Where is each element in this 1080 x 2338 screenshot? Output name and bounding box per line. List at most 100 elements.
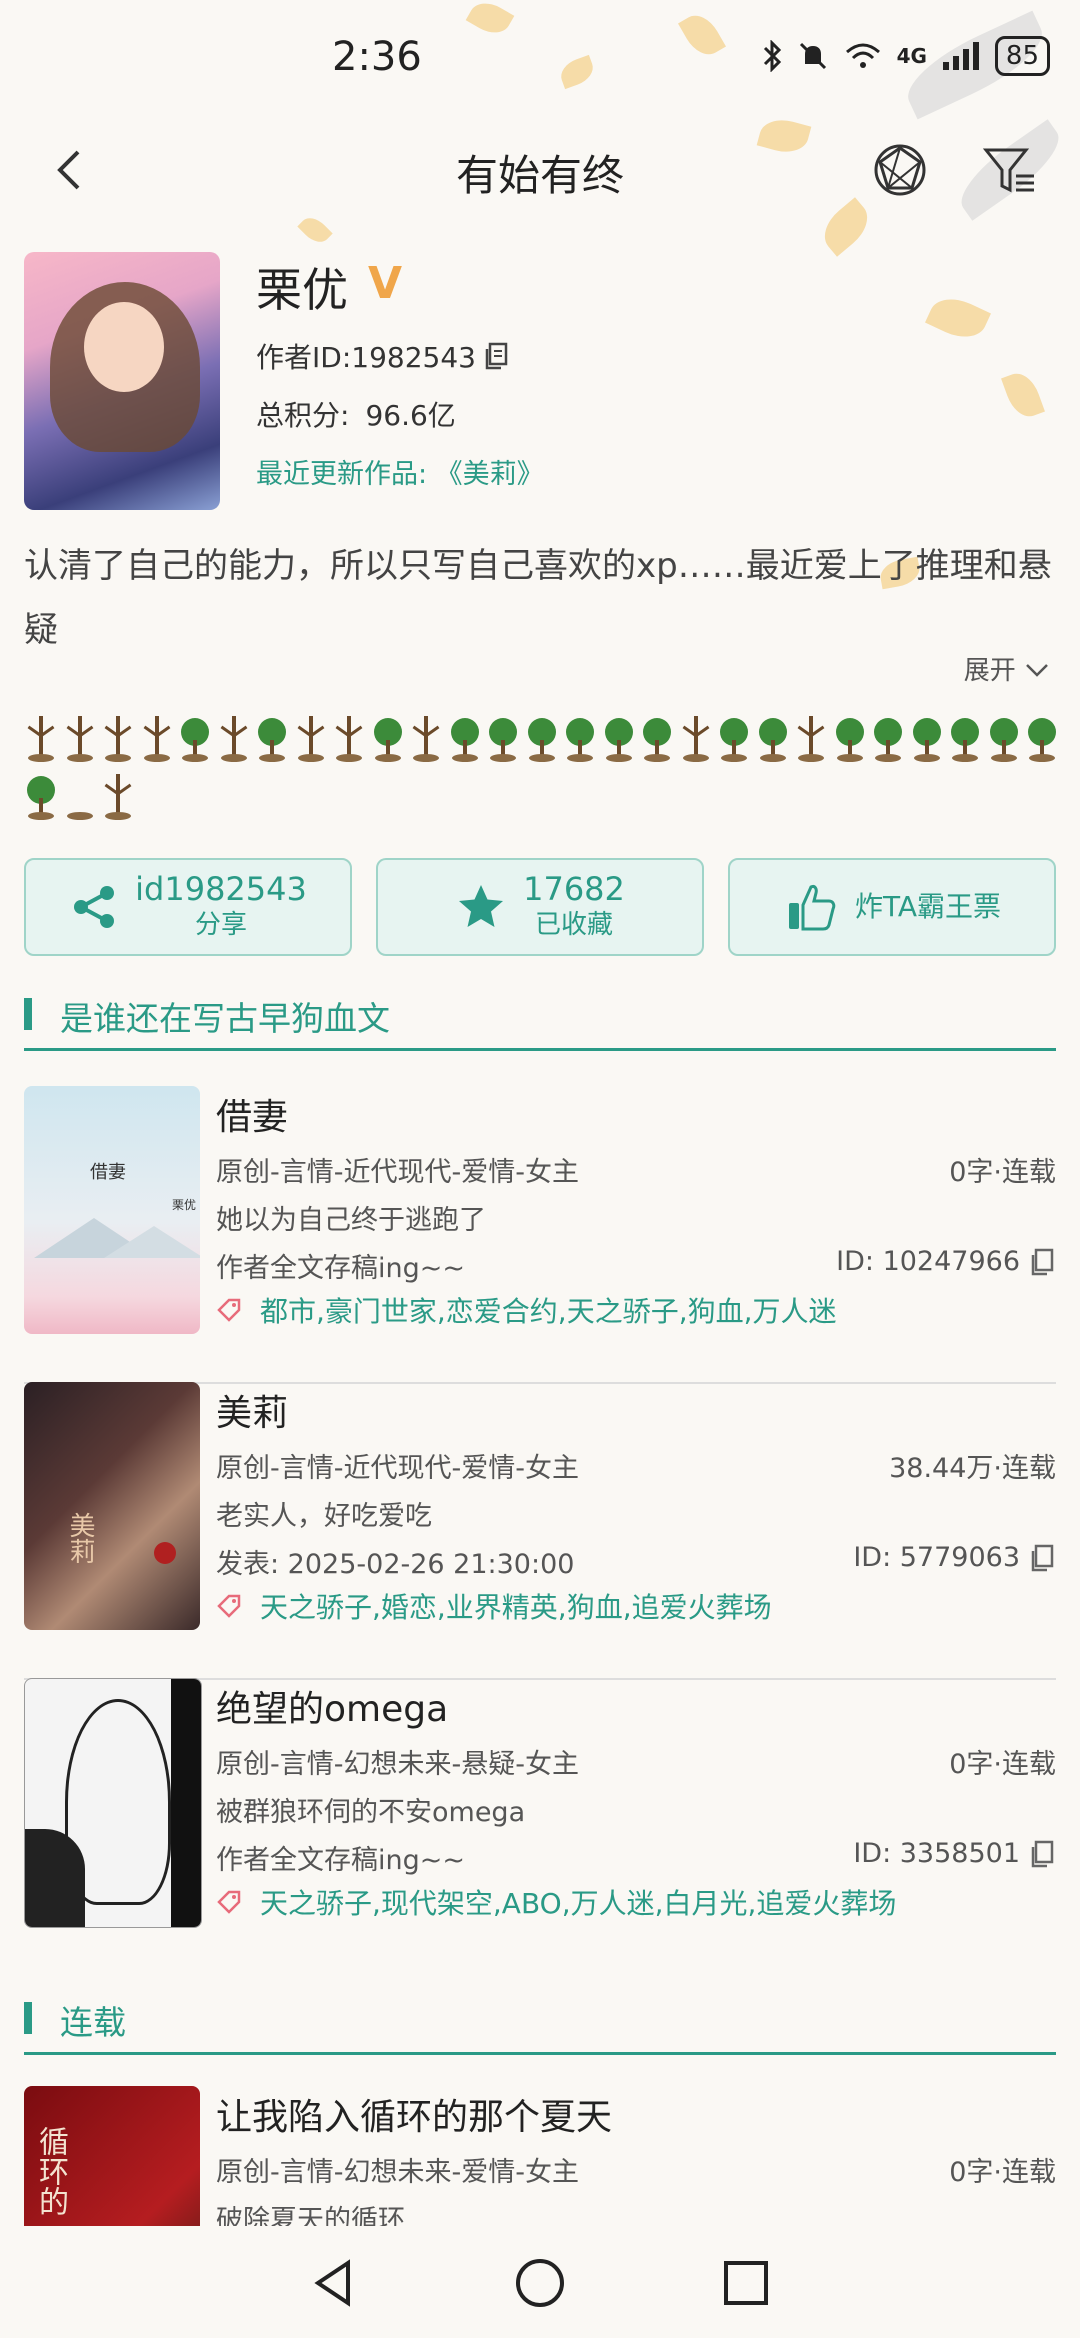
filter-icon[interactable] [978, 138, 1042, 202]
tree-ground [220, 754, 247, 762]
copy-icon[interactable] [1030, 1248, 1056, 1276]
book-cover[interactable]: 循环的 [24, 2086, 200, 2226]
book-cover[interactable] [24, 1678, 202, 1928]
book-item[interactable]: 借妻 栗优 借妻 原创-言情-近代现代-爱情-女主 0字·连载 她以为自己终于逃… [24, 1086, 1056, 1384]
book-tags[interactable]: 都市,豪门世家,恋爱合约,天之骄子,狗血,万人迷 [260, 1290, 837, 1330]
tree-ground [798, 754, 824, 762]
status-bar: 2:36 4G 85 [0, 0, 1080, 120]
leaf-decoration [1001, 368, 1045, 422]
tree-ground [297, 754, 324, 762]
book-item[interactable]: 美莉 美莉 原创-言情-近代现代-爱情-女主 38.44万·连载 老实人，好吃爱… [24, 1382, 1056, 1680]
bluetooth-icon [763, 40, 781, 72]
bare-tree-icon [99, 710, 138, 768]
green-tree-icon [561, 710, 600, 768]
book-summary: 她以为自己终于逃跑了 [216, 1205, 486, 1236]
section-header: 是谁还在写古早狗血文 [24, 984, 1056, 1051]
nav-bar: 有始有终 [0, 120, 1080, 220]
latest-work-link[interactable]: 最近更新作品: 《美莉》 [256, 452, 544, 491]
bare-tree-icon [677, 710, 716, 768]
tree-crown [693, 716, 698, 756]
book-update: 发表: 2025-02-26 21:30:00 [216, 1549, 575, 1580]
book-id-row: ID: 3358501 [853, 1838, 1056, 1869]
theme-globe-icon[interactable] [868, 138, 932, 202]
tree-crown [116, 716, 120, 756]
book-category: 原创-言情-幻想未来-悬疑-女主 [216, 1749, 579, 1780]
tree-ground [875, 754, 901, 762]
green-tree-icon [176, 710, 215, 768]
expand-button[interactable]: 展开 [964, 650, 1050, 687]
vip-badge-icon: V [368, 258, 403, 309]
bare-tree-icon [330, 710, 369, 768]
book-update: 作者全文存稿ing~~ [216, 1253, 465, 1284]
tree-ground [913, 754, 940, 762]
book-title[interactable]: 绝望的omega [216, 1680, 448, 1732]
signal-icon [942, 42, 979, 70]
tree-crown [39, 716, 43, 756]
author-bio: 认清了自己的能力，所以只写自己喜欢的xp……最近爱上了推理和悬疑 [24, 546, 1052, 650]
green-tree-icon [908, 710, 947, 768]
tree-ground [66, 812, 93, 820]
tree-ground [451, 754, 478, 762]
tree-ground [259, 754, 285, 762]
tree-crown [809, 716, 813, 756]
share-button[interactable]: id1982543 分享 [24, 858, 352, 956]
wifi-icon [845, 43, 880, 68]
book-id: ID: 10247966 [836, 1246, 1020, 1277]
tree-ground [952, 754, 978, 762]
book-tags[interactable]: 天之骄子,婚恋,业界精英,狗血,追爱火葬场 [260, 1586, 772, 1626]
expand-label: 展开 [963, 656, 1016, 686]
book-update: 作者全文存稿ing~~ [216, 1845, 465, 1876]
tag-icon [217, 1594, 241, 1618]
book-cover[interactable]: 借妻 栗优 [24, 1086, 200, 1334]
book-tags[interactable]: 天之骄子,现代架空,ABO,万人迷,白月光,追爱火葬场 [260, 1882, 896, 1922]
book-title[interactable]: 美莉 [216, 1384, 288, 1436]
author-name: 栗优 [256, 263, 348, 317]
vote-button[interactable]: 炸TA霸王票 [728, 858, 1056, 956]
favorite-button[interactable]: 17682 已收藏 [376, 858, 704, 956]
score-label: 总积分: [256, 399, 350, 432]
book-status: 0字·连载 [949, 1157, 1056, 1188]
score-value: 96.6亿 [365, 399, 456, 432]
tree-ground [759, 754, 786, 762]
book-item[interactable]: 循环的 让我陷入循环的那个夏天 原创-言情-幻想未来-爱情-女主 0字·连载 破… [24, 2086, 1056, 2226]
tree-crown [424, 716, 428, 756]
tree-ground [490, 754, 516, 762]
green-tree-icon [1023, 710, 1062, 768]
favorite-text: 17682 已收藏 [523, 871, 625, 943]
book-tags-row: 天之骄子,婚恋,业界精英,狗血,追爱火葬场 [216, 1586, 772, 1626]
author-id-row: 作者ID:1982543 [256, 336, 510, 376]
favorite-label: 已收藏 [534, 910, 613, 940]
system-nav-bar [0, 2228, 1080, 2338]
book-item[interactable]: 绝望的omega 原创-言情-幻想未来-悬疑-女主 0字·连载 被群狼环伺的不安… [24, 1678, 1056, 1974]
book-title[interactable]: 借妻 [216, 1088, 288, 1140]
star-icon [459, 885, 504, 927]
section-accent-bar [24, 2002, 32, 2034]
book-summary: 被群狼环伺的不安omega [216, 1797, 526, 1828]
book-cover[interactable]: 美莉 [24, 1382, 200, 1630]
share-label: 分享 [194, 910, 247, 940]
bare-tree-icon [61, 710, 100, 768]
bare-tree-icon [22, 710, 61, 768]
section-accent-bar [24, 998, 32, 1030]
chevron-down-icon [1026, 664, 1048, 677]
tree-ground [143, 754, 170, 762]
leaf-decoration [925, 289, 991, 347]
nav-back-icon[interactable] [306, 2255, 362, 2311]
author-page: 2:36 4G 85 有始有终 栗优 V 作者ID:1982543 总积分: 96… [0, 0, 1080, 2338]
author-avatar[interactable] [24, 252, 220, 510]
bare-tree-icon [99, 768, 138, 826]
book-title[interactable]: 让我陷入循环的那个夏天 [216, 2088, 612, 2140]
stump-icon [61, 768, 100, 826]
tree-ground [1029, 754, 1055, 762]
green-tree-icon [831, 710, 870, 768]
nav-home-icon[interactable] [512, 2255, 568, 2311]
tree-ground [721, 754, 747, 762]
nav-recents-icon[interactable] [718, 2255, 774, 2311]
book-status: 0字·连载 [949, 2157, 1056, 2188]
tree-crown [77, 716, 82, 756]
share-id: id1982543 [135, 870, 307, 908]
copy-icon[interactable] [1030, 1840, 1056, 1868]
copy-icon[interactable] [1030, 1544, 1056, 1572]
copy-icon[interactable] [484, 342, 510, 370]
green-tree-icon [638, 710, 677, 768]
